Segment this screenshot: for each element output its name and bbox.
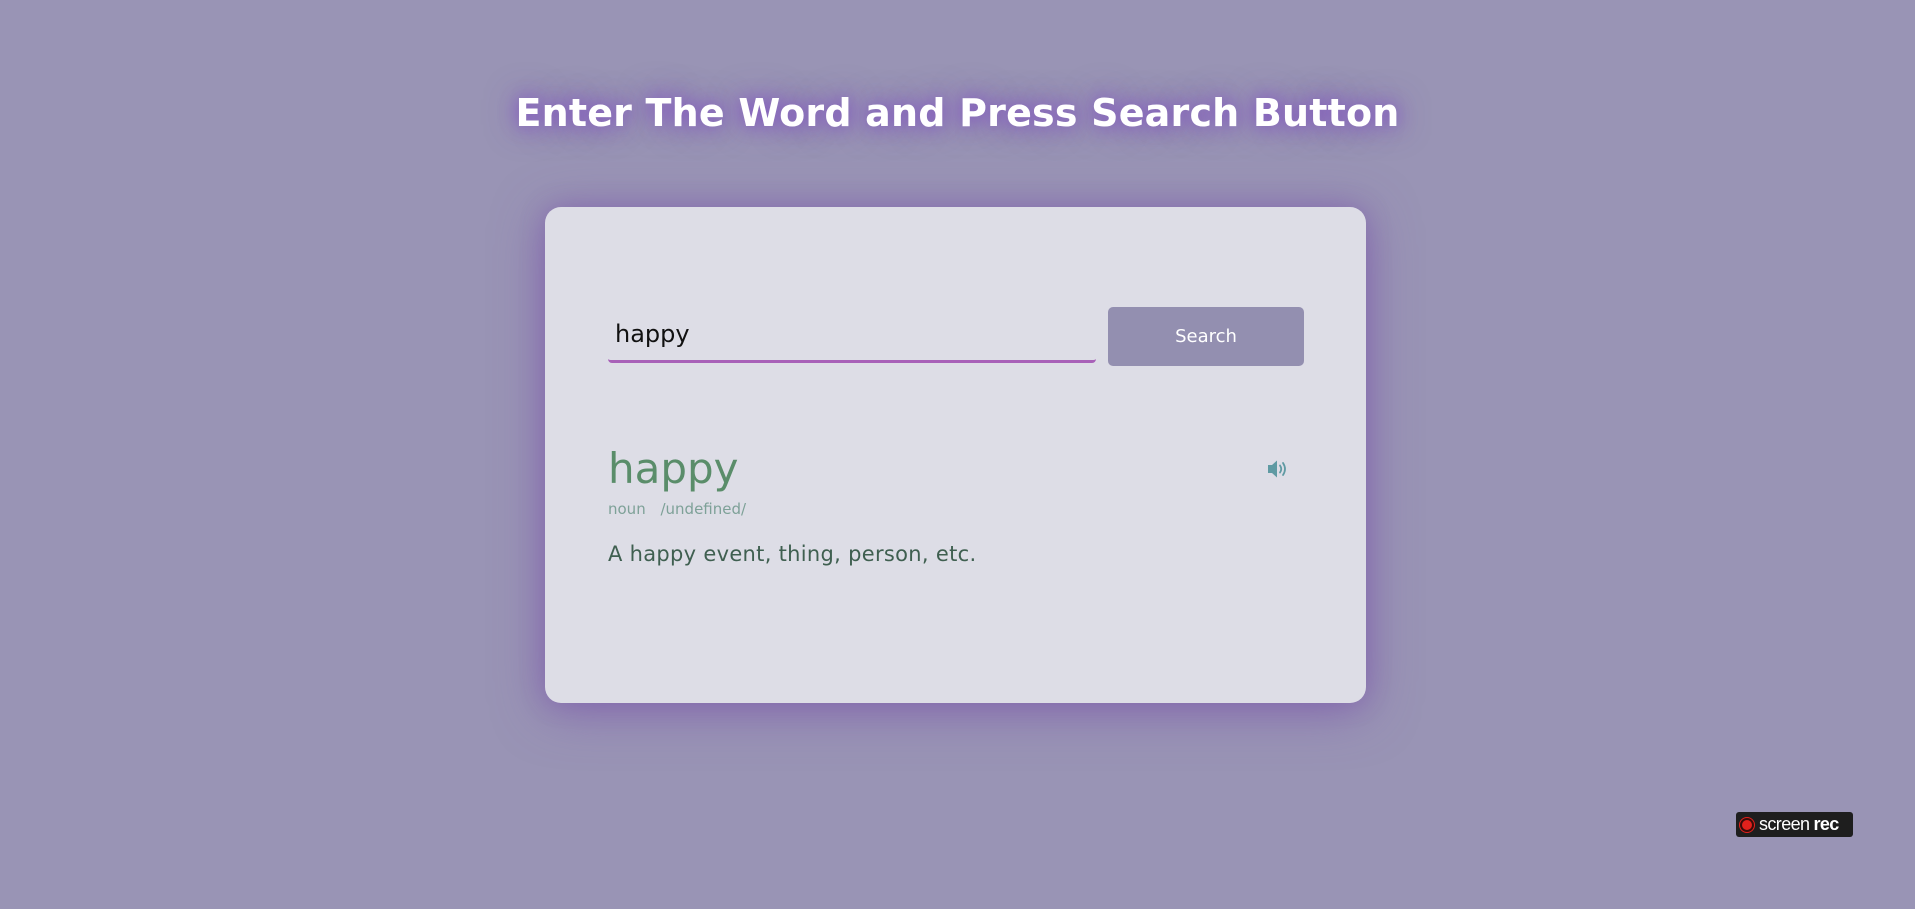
phonetic: /undefined/ xyxy=(660,500,747,518)
search-button[interactable]: Search xyxy=(1108,307,1304,366)
definition: A happy event, thing, person, etc. xyxy=(608,542,977,566)
search-input[interactable] xyxy=(608,307,1096,363)
screenrec-watermark: screen rec xyxy=(1736,812,1853,837)
page-title: Enter The Word and Press Search Button xyxy=(515,91,1400,135)
result-meta: noun /undefined/ xyxy=(608,500,746,518)
watermark-text: screen rec xyxy=(1759,814,1839,834)
result-word: happy xyxy=(608,444,739,493)
part-of-speech: noun xyxy=(608,500,646,518)
record-icon xyxy=(1740,817,1754,832)
volume-icon[interactable] xyxy=(1266,458,1290,480)
search-row: Search xyxy=(608,307,1304,367)
dictionary-card: Search happy noun /undefined/ A happy ev… xyxy=(545,207,1366,703)
